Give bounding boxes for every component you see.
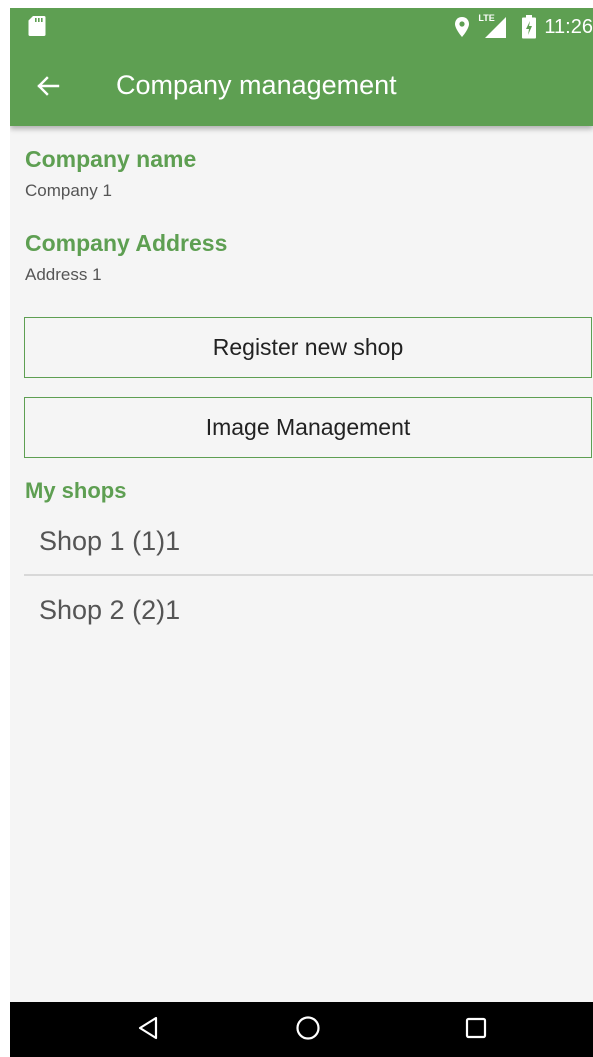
toolbar: Company management: [10, 48, 593, 126]
location-icon: [454, 16, 470, 38]
company-name-value: Company 1: [25, 181, 112, 200]
nav-recents-button[interactable]: [454, 1010, 498, 1050]
shop-list-item[interactable]: Shop 1 (1)1: [24, 507, 593, 575]
app-bar: LTE 11:26 Company management: [10, 8, 593, 126]
register-new-shop-button[interactable]: Register new shop: [24, 317, 592, 378]
status-icons: LTE 11:26: [454, 12, 593, 42]
company-address-value: Address 1: [25, 265, 102, 284]
network-type-label: LTE: [478, 13, 495, 23]
company-address-label: Company Address: [25, 230, 228, 256]
signal-icon: LTE: [478, 13, 508, 39]
page-title: Company management: [116, 70, 397, 100]
battery-charging-icon: [522, 15, 537, 39]
my-shops-label: My shops: [25, 478, 127, 503]
arrow-left-icon: [36, 74, 60, 103]
clock: 11:26: [544, 15, 593, 38]
status-bar: LTE 11:26: [10, 8, 593, 48]
sd-card-icon: [28, 15, 46, 37]
shop-list-item[interactable]: Shop 2 (2)1: [24, 576, 593, 644]
back-button[interactable]: [28, 68, 68, 108]
recents-square-icon: [465, 1017, 487, 1044]
back-triangle-icon: [137, 1016, 159, 1045]
nav-back-button[interactable]: [126, 1010, 170, 1050]
home-circle-icon: [295, 1015, 321, 1046]
app-screen: LTE 11:26 Company management Company nam…: [10, 8, 593, 1057]
system-nav-bar: [10, 1002, 593, 1057]
company-name-label: Company name: [25, 146, 197, 172]
image-management-button[interactable]: Image Management: [24, 397, 592, 458]
nav-home-button[interactable]: [286, 1010, 330, 1050]
